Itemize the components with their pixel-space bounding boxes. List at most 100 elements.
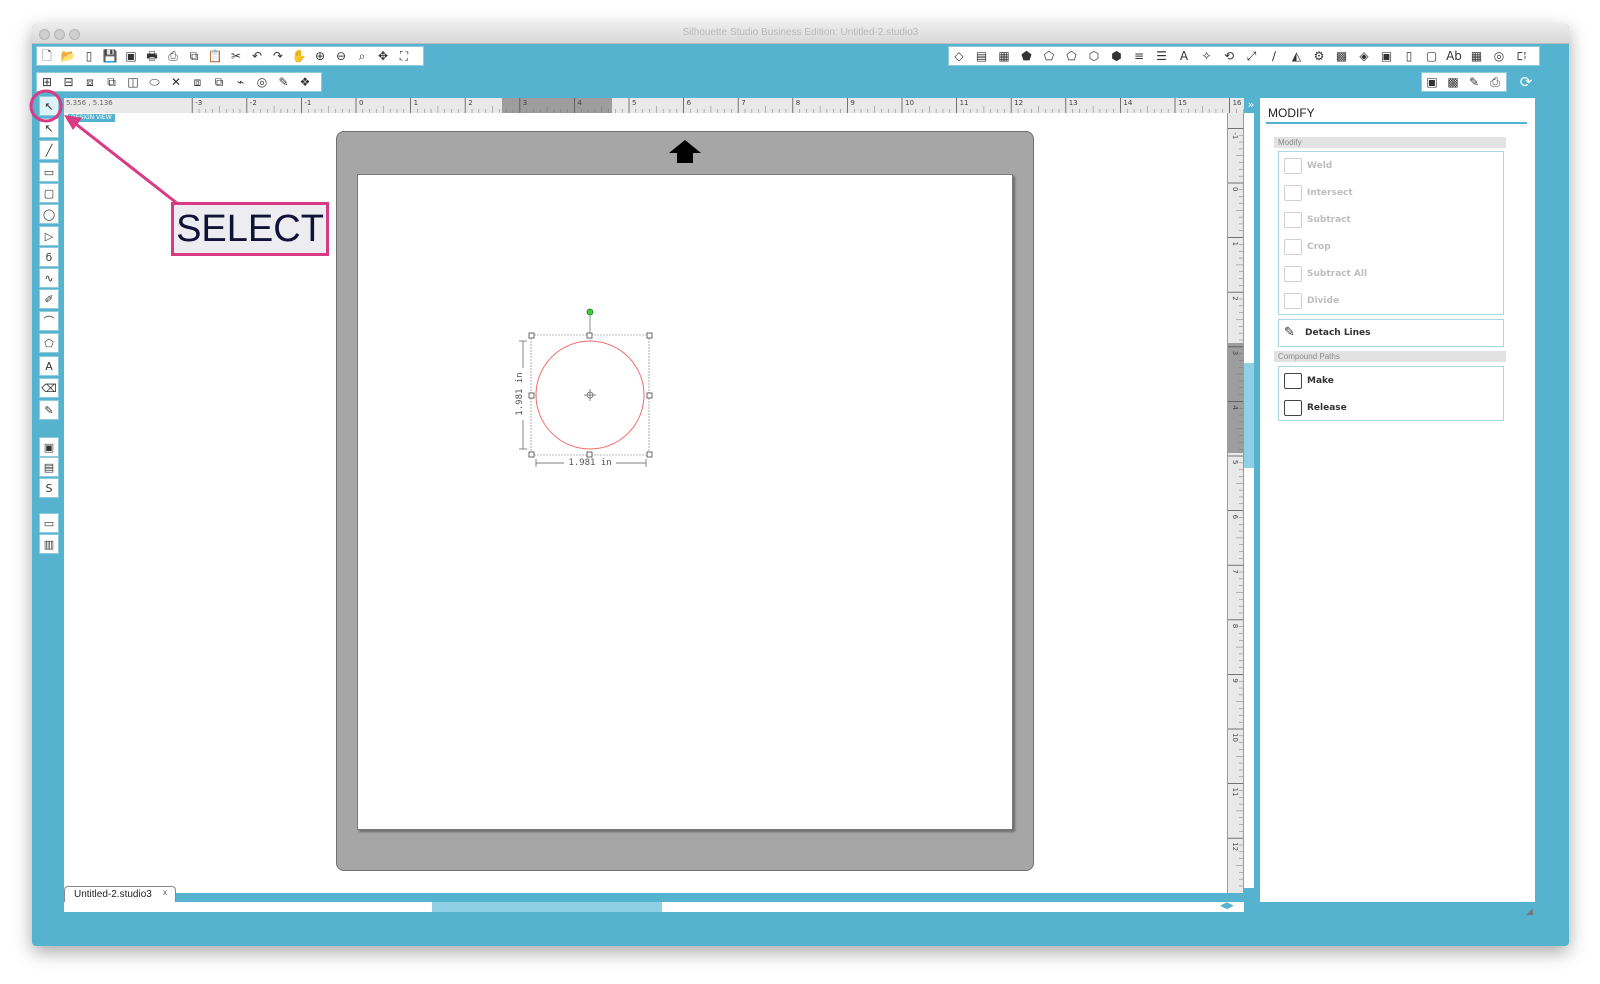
pan-icon[interactable]: ✋ [291, 48, 307, 64]
fill-color-icon[interactable]: ◇ [951, 48, 967, 64]
text-tool-icon[interactable]: A [39, 356, 59, 376]
page-setup-icon[interactable]: ▯ [1401, 48, 1417, 64]
sketch-icon[interactable]: ⬡ [1086, 48, 1102, 64]
drag-zoom-icon[interactable]: ✥ [375, 48, 391, 64]
horizontal-scrollbar[interactable]: ◀▶ [64, 901, 1244, 912]
line-color-icon[interactable]: ⬟ [1019, 48, 1035, 64]
vertical-scroll-thumb[interactable] [1244, 363, 1254, 468]
rotate-icon[interactable]: ⟲ [1221, 48, 1237, 64]
layers-icon[interactable]: ◎ [1491, 48, 1507, 64]
cut-icon[interactable]: ✂ [228, 48, 244, 64]
vertical-scrollbar[interactable] [1244, 113, 1254, 888]
design-store-icon[interactable]: ▣ [1424, 74, 1440, 90]
group-icon[interactable]: ⧈ [82, 74, 98, 90]
store-view-icon[interactable]: S [39, 478, 59, 498]
release-button[interactable]: Release [1284, 398, 1347, 418]
line-tool-icon[interactable]: ╱ [39, 140, 59, 160]
panel-resize-grip[interactable]: ◢ [1526, 906, 1538, 918]
close-tab-icon[interactable]: x [163, 885, 167, 901]
offset-icon[interactable]: ◎ [254, 74, 270, 90]
design-view-icon[interactable]: ▣ [39, 437, 59, 457]
open-folder-icon[interactable]: 📂 [60, 48, 76, 64]
pixscan-icon[interactable]: ▩ [1445, 74, 1461, 90]
regular-polygon-tool-icon[interactable]: ⬠ [39, 333, 59, 353]
lines-icon[interactable]: ≡ [1131, 48, 1147, 64]
library-view-icon[interactable]: ▤ [39, 457, 59, 477]
save-icon[interactable]: 💾 [102, 48, 118, 64]
document-tab[interactable]: Untitled-2.studio3 x [64, 886, 176, 902]
knife-icon[interactable]: ✎ [276, 74, 292, 90]
transform-icon[interactable]: ✧ [1199, 48, 1215, 64]
curve-tool-icon[interactable]: ϭ [39, 247, 59, 267]
trace-icon[interactable]: ⌁ [233, 74, 249, 90]
horizontal-scroll-thumb[interactable] [432, 902, 662, 912]
line-style-icon[interactable]: ⬠ [1041, 48, 1057, 64]
save-library-icon[interactable]: ▣ [123, 48, 139, 64]
knife-tool-icon[interactable]: ✎ [39, 400, 59, 420]
scroll-left-arrow-icon[interactable]: ◀▶ [1220, 901, 1234, 911]
freehand-tool-icon[interactable]: ∿ [39, 268, 59, 288]
ellipse-tool-icon[interactable]: ◯ [39, 204, 59, 224]
object-icon[interactable]: ⬢ [1109, 48, 1125, 64]
print-icon[interactable]: 🖶 [144, 48, 160, 64]
eraser-tool-icon[interactable]: ⌫ [39, 378, 59, 398]
text-style-icon[interactable]: A [1176, 48, 1192, 64]
fill-pattern-icon[interactable]: ▦ [996, 48, 1012, 64]
open-library-icon[interactable]: ▯ [81, 48, 97, 64]
fit-page-icon[interactable]: ⛶ [396, 48, 412, 64]
send-print-icon[interactable]: ⎙ [1487, 74, 1503, 90]
collapse-panel-button[interactable]: » [1244, 98, 1258, 112]
bring-front-icon[interactable]: ⧈ [190, 74, 206, 90]
grid-icon[interactable]: ▦ [1469, 48, 1485, 64]
crop-button[interactable]: Crop [1284, 237, 1331, 257]
delete-icon[interactable]: ✕ [168, 74, 184, 90]
point-edit-tool-icon[interactable]: ↖ [39, 118, 59, 138]
new-doc-icon[interactable]: 🗋 [39, 48, 55, 64]
settings-icon[interactable]: ⚙ [1517, 47, 1535, 65]
detach-lines-button[interactable]: ✎ Detach Lines [1284, 323, 1371, 343]
shadow-icon[interactable]: ⬠ [1064, 48, 1080, 64]
rectangle-tool-icon[interactable]: ▭ [39, 162, 59, 182]
zoom-select-icon[interactable]: ⌕ [354, 48, 370, 64]
make-button[interactable]: Make [1284, 371, 1334, 391]
align-icon[interactable]: ⊞ [39, 74, 55, 90]
zoom-out-icon[interactable]: ⊖ [333, 48, 349, 64]
compound-icon[interactable]: ◫ [125, 74, 141, 90]
paste-icon[interactable]: 📋 [207, 48, 223, 64]
zoom-in-icon[interactable]: ⊕ [312, 48, 328, 64]
rounded-rect-tool-icon[interactable]: ▢ [39, 183, 59, 203]
draw-tool-icon[interactable]: ✐ [39, 289, 59, 309]
send-icon[interactable]: ✎ [1466, 74, 1482, 90]
arc-tool-icon[interactable]: ⌒ [39, 311, 59, 331]
page-icon[interactable]: ▢ [1424, 48, 1440, 64]
fill-gradient-icon[interactable]: ▤ [974, 48, 990, 64]
polygon-tool-icon[interactable]: ▷ [39, 226, 59, 246]
offset-panel-icon[interactable]: ▣ [1379, 48, 1395, 64]
warp-icon[interactable]: ⚙ [1311, 48, 1327, 64]
line-weight-icon[interactable]: ☰ [1154, 48, 1170, 64]
distribute-icon[interactable]: ⊟ [61, 74, 77, 90]
nest-icon[interactable]: ▩ [1334, 48, 1350, 64]
subtract-all-button[interactable]: Subtract All [1284, 264, 1367, 284]
send-view-icon[interactable]: ▭ [39, 513, 59, 533]
weld-button[interactable]: Weld [1284, 156, 1332, 176]
weld-icon[interactable]: ⬭ [147, 74, 163, 90]
scale-icon[interactable]: ⤢ [1244, 48, 1260, 64]
print-cut-icon[interactable]: ⎙ [165, 48, 181, 64]
intersect-button[interactable]: Intersect [1284, 183, 1353, 203]
rotate-handle[interactable] [586, 308, 594, 316]
panel-view-icon[interactable]: ▥ [39, 534, 59, 554]
ungroup-icon[interactable]: ⧉ [104, 74, 120, 90]
mirror-icon[interactable]: ◭ [1289, 48, 1305, 64]
shear-icon[interactable]: ∕ [1266, 48, 1282, 64]
subtract-button[interactable]: Subtract [1284, 210, 1351, 230]
undo-icon[interactable]: ↶ [249, 48, 265, 64]
redo-icon[interactable]: ↷ [270, 48, 286, 64]
replicate-icon[interactable]: ❖ [297, 74, 313, 90]
copy-icon[interactable]: ⧉ [186, 48, 202, 64]
modify-icon[interactable]: ◈ [1356, 48, 1372, 64]
text-icon[interactable]: Ab [1446, 48, 1462, 64]
sync-icon[interactable]: ⟳ [1517, 73, 1535, 91]
divide-button[interactable]: Divide [1284, 291, 1339, 311]
send-back-icon[interactable]: ⧉ [211, 74, 227, 90]
